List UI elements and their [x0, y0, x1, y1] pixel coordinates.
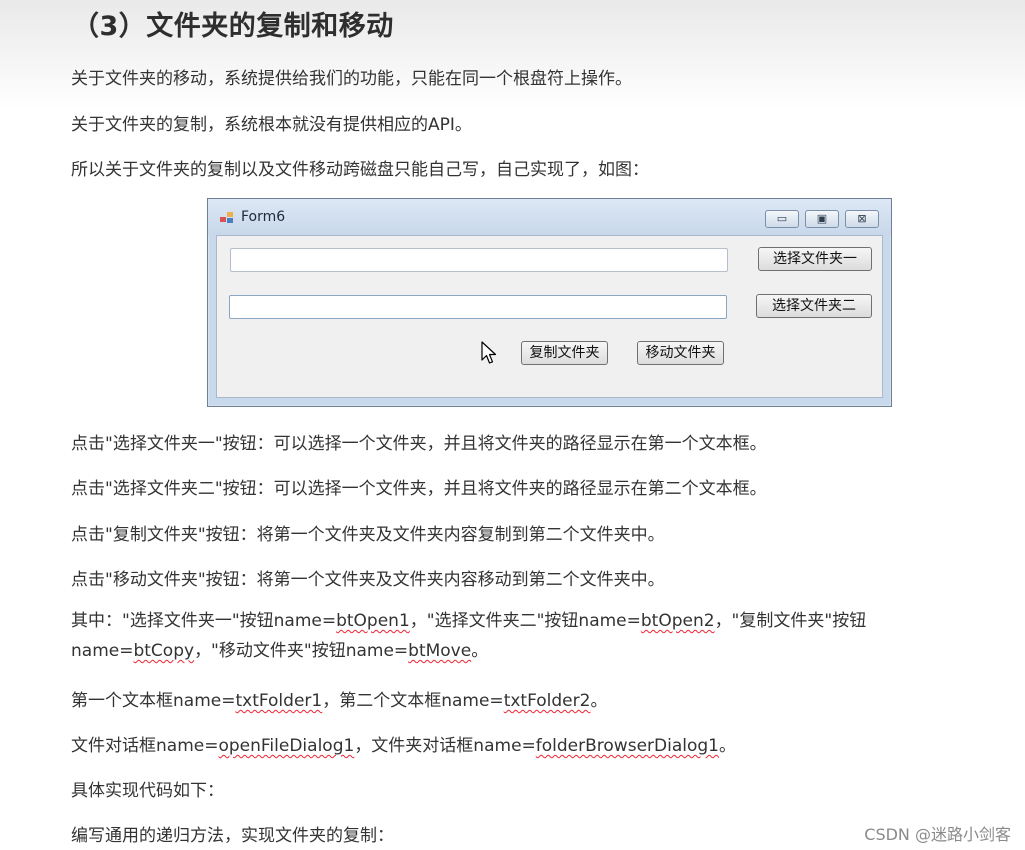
move-folder-button[interactable]: 移动文件夹 [637, 341, 724, 365]
select-folder-1-button[interactable]: 选择文件夹一 [758, 247, 872, 271]
desc-select-folder-2: 点击"选择文件夹二"按钮：可以选择一个文件夹，并且将文件夹的路径显示在第二个文本… [71, 479, 767, 499]
desc-copy-folder: 点击"复制文件夹"按钮：将第一个文件夹及文件夹内容复制到第二个文件夹中。 [71, 525, 665, 545]
textbox-names-paragraph: 第一个文本框name=txtFolder1，第二个文本框name=txtFold… [71, 691, 608, 711]
form6-window-screenshot: Form6 ▭ ▣ ⊠ 选择文件夹一 选择文件夹二 复制文件夹 移动文件夹 [207, 198, 892, 407]
folder-textbox-2[interactable] [229, 295, 727, 319]
desc-move-folder: 点击"移动文件夹"按钮：将第一个文件夹及文件夹内容移动到第二个文件夹中。 [71, 570, 665, 590]
intro-paragraph-1: 关于文件夹的移动，系统提供给我们的功能，只能在同一个根盘符上操作。 [71, 69, 632, 89]
minimize-icon[interactable]: ▭ [765, 210, 799, 228]
intro-paragraph-3: 所以关于文件夹的复制以及文件移动跨磁盘只能自己写，自己实现了，如图： [71, 160, 649, 180]
dialog-names-paragraph: 文件对话框name=openFileDialog1，文件夹对话框name=fol… [71, 736, 736, 756]
mouse-cursor-icon [481, 341, 497, 364]
button-names-paragraph: 其中："选择文件夹一"按钮name=btOpen1，"选择文件夹二"按钮name… [71, 611, 867, 661]
code-intro: 具体实现代码如下： [71, 781, 224, 801]
select-folder-2-button[interactable]: 选择文件夹二 [756, 294, 872, 318]
desc-select-folder-1: 点击"选择文件夹一"按钮：可以选择一个文件夹，并且将文件夹的路径显示在第一个文本… [71, 434, 767, 454]
section-heading: （3）文件夹的复制和移动 [72, 11, 394, 42]
form-titlebar: Form6 ▭ ▣ ⊠ [208, 199, 891, 235]
cropped-text-strip [222, 405, 522, 411]
form-app-icon [220, 212, 234, 224]
maximize-icon[interactable]: ▣ [805, 210, 839, 228]
form-title: Form6 [241, 209, 286, 225]
folder-textbox-1[interactable] [230, 248, 728, 272]
intro-paragraph-2: 关于文件夹的复制，系统根本就没有提供相应的API。 [71, 115, 472, 135]
form-client-area: 选择文件夹一 选择文件夹二 复制文件夹 移动文件夹 [216, 235, 883, 398]
csdn-watermark: CSDN @迷路小剑客 [864, 825, 1011, 844]
copy-folder-button[interactable]: 复制文件夹 [521, 341, 608, 365]
recursive-method-intro: 编写通用的递归方法，实现文件夹的复制： [71, 826, 394, 846]
close-icon[interactable]: ⊠ [845, 210, 879, 228]
